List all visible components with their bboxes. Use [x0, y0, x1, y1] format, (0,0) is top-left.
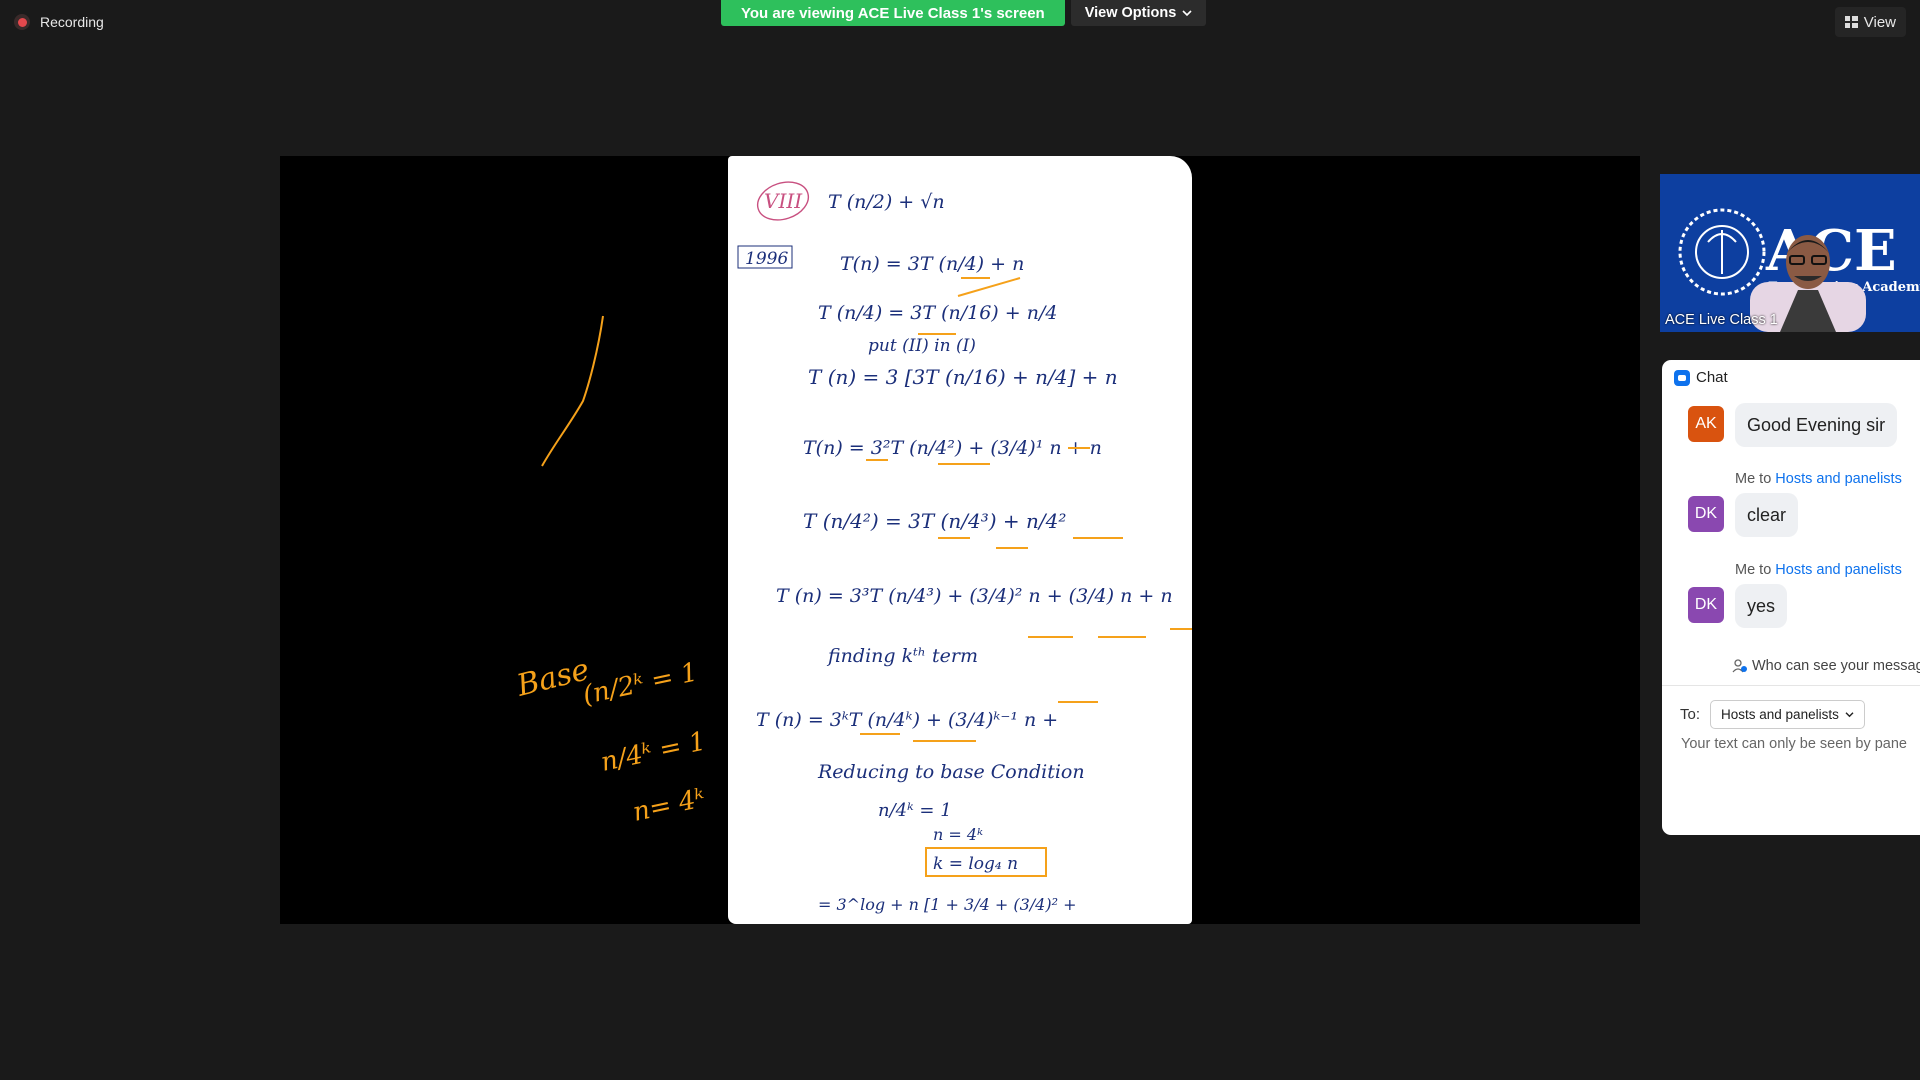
message-recipient-prefix: Me to — [1735, 471, 1776, 487]
avatar: DK — [1688, 496, 1724, 532]
message-recipient-target[interactable]: Hosts and panelists — [1775, 562, 1902, 578]
message-recipient-prefix: Me to — [1735, 562, 1776, 578]
recipient-select[interactable]: Hosts and panelists — [1710, 700, 1865, 729]
avatar: DK — [1688, 587, 1724, 623]
notes-tag: VIII — [764, 189, 803, 213]
notes-line: = 3^log + n [1 + 3/4 + (3/4)² + — [818, 895, 1077, 914]
notes-content: VIII T (n/2) + √n 1996 T(n) = 3T (n/4) +… — [737, 181, 1192, 914]
chevron-down-icon — [1845, 712, 1854, 718]
chat-input[interactable]: Your text can only be seen by pane — [1681, 736, 1907, 752]
chat-header: Chat — [1674, 369, 1728, 386]
annotation-line: Base — [512, 652, 592, 704]
visibility-text: Who can see your messag — [1752, 658, 1920, 674]
notes-line: T(n) = 3²T (n/4²) + (3/4)¹ n + n — [803, 437, 1102, 459]
notes-year: 1996 — [745, 249, 788, 269]
annotation-line: n/4ᵏ = 1 — [598, 726, 708, 777]
people-icon — [1732, 659, 1747, 673]
chat-title: Chat — [1696, 369, 1728, 386]
participant-name: ACE Live Class 1 — [1665, 312, 1778, 328]
recording-indicator[interactable]: Recording — [14, 14, 104, 30]
view-button-label: View — [1863, 13, 1896, 31]
message-recipient-target[interactable]: Hosts and panelists — [1775, 471, 1902, 487]
avatar: AK — [1688, 406, 1724, 442]
notes-line: n = 4ᵏ — [933, 825, 983, 844]
recording-label: Recording — [40, 14, 104, 30]
participant-video-thumbnail[interactable]: ACE Engineering Academy ACE Live Class 1 — [1660, 174, 1920, 332]
chat-message[interactable]: yes — [1735, 584, 1788, 628]
chat-icon — [1674, 369, 1690, 386]
notes-line: finding kᵗʰ term — [826, 645, 978, 667]
grid-icon — [1844, 16, 1858, 28]
chat-message[interactable]: clear — [1735, 493, 1799, 537]
handwritten-notes-page: VIII T (n/2) + √n 1996 T(n) = 3T (n/4) +… — [728, 156, 1192, 924]
notes-line: put (II) in (I) — [868, 336, 976, 356]
screen-share-banner: You are viewing ACE Live Class 1's scree… — [721, 0, 1207, 26]
notes-line: T (n) = 3ᵏT (n/4ᵏ) + (3/4)ᵏ⁻¹ n + — [756, 709, 1058, 731]
message-visibility-link[interactable]: Who can see your messag — [1732, 658, 1920, 674]
record-icon — [14, 14, 30, 30]
notes-line: T (n/4) = 3T (n/16) + n/4 — [818, 302, 1057, 324]
notes-line: T(n) = 3T (n/4) + n — [840, 253, 1024, 275]
notes-line: Reducing to base Condition — [817, 761, 1085, 783]
view-options-button[interactable]: View Options — [1070, 0, 1207, 26]
notes-line: k = log₄ n — [933, 854, 1018, 874]
viewing-screen-label: You are viewing ACE Live Class 1's scree… — [721, 0, 1065, 26]
annotation-line: (n/2ᵏ = 1 — [580, 657, 700, 711]
message-recipient: Me to Hosts and panelists — [1735, 562, 1902, 578]
notes-line: T (n/2) + √n — [828, 191, 945, 213]
notes-line: T (n) = 3³T (n/4³) + (3/4)² n + (3/4) n … — [776, 585, 1173, 607]
to-label: To: — [1680, 706, 1701, 723]
notes-line: T (n) = 3 [3T (n/16) + n/4] + n — [808, 365, 1118, 389]
notes-line: n/4ᵏ = 1 — [878, 800, 952, 821]
recipient-row: To: Hosts and panelists — [1680, 700, 1865, 729]
chevron-down-icon — [1182, 10, 1192, 17]
annotation-line: n= 4ᵏ — [630, 783, 707, 827]
recipient-select-value: Hosts and panelists — [1721, 707, 1839, 722]
shared-screen: Base (n/2ᵏ = 1 n/4ᵏ = 1 n= 4ᵏ VIII T (n/… — [280, 156, 1640, 924]
divider — [1662, 685, 1920, 686]
chat-message[interactable]: Good Evening sir — [1735, 403, 1898, 447]
view-options-label: View Options — [1084, 4, 1177, 21]
message-recipient: Me to Hosts and panelists — [1735, 471, 1902, 487]
chat-panel: Chat AK Good Evening sir Me to Hosts and… — [1662, 360, 1920, 835]
view-button[interactable]: View — [1834, 7, 1906, 37]
notes-line: T (n/4²) = 3T (n/4³) + n/4² — [803, 509, 1066, 533]
